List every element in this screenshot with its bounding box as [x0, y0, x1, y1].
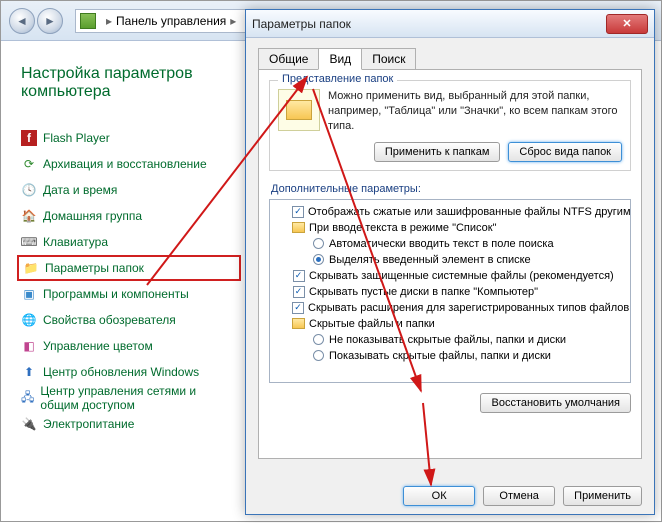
- nav-buttons: ◄ ►: [9, 8, 63, 34]
- clock-icon: 🕓: [21, 182, 37, 198]
- apply-button[interactable]: Применить: [563, 486, 642, 506]
- control-panel-icon: [80, 13, 96, 29]
- reset-folders-button[interactable]: Сброс вида папок: [508, 142, 622, 162]
- tree-row-label: Скрытые файлы и папки: [309, 318, 435, 330]
- tab-strip: Общие Вид Поиск: [258, 48, 642, 70]
- advanced-settings-tree[interactable]: ✓ Отображать сжатые или зашифрованные фай…: [269, 199, 631, 383]
- cp-item-internet-options[interactable]: 🌐 Свойства обозревателя: [17, 307, 241, 333]
- cp-item-label: Домашняя группа: [43, 209, 142, 223]
- close-button[interactable]: ✕: [606, 14, 648, 34]
- checkbox-icon: ✓: [292, 205, 304, 218]
- windows-update-icon: ⬆: [21, 364, 37, 380]
- tree-row[interactable]: ✓ Скрывать пустые диски в папке "Компьюте…: [272, 284, 628, 300]
- cp-item-network[interactable]: 🖧 Центр управления сетями и общим доступо…: [17, 385, 241, 411]
- breadcrumb-arrow: ▸: [106, 14, 112, 28]
- tree-row-label: Показывать скрытые файлы, папки и диски: [329, 350, 551, 362]
- tab-search[interactable]: Поиск: [361, 48, 416, 70]
- cancel-button[interactable]: Отмена: [483, 486, 555, 506]
- folder-options-dialog: Параметры папок ✕ Общие Вид Поиск Предст…: [245, 9, 655, 515]
- cp-item-windows-update[interactable]: ⬆ Центр обновления Windows: [17, 359, 241, 385]
- cp-item-homegroup[interactable]: 🏠 Домашняя группа: [17, 203, 241, 229]
- tree-row[interactable]: Автоматически вводить текст в поле поиск…: [272, 236, 628, 252]
- tree-row[interactable]: ✓ Отображать сжатые или зашифрованные фай…: [272, 204, 628, 220]
- tree-row[interactable]: ✓ Скрывать защищенные системные файлы (ре…: [272, 268, 628, 284]
- dialog-titlebar: Параметры папок ✕: [246, 10, 654, 38]
- cp-item-label: Свойства обозревателя: [43, 313, 176, 327]
- folder-icon: [292, 317, 305, 330]
- house-icon: 🏠: [21, 208, 37, 224]
- keyboard-icon: ⌨: [21, 234, 37, 250]
- backup-icon: ⟳: [21, 156, 37, 172]
- color-icon: ◧: [21, 338, 37, 354]
- advanced-settings-label: Дополнительные параметры:: [271, 183, 631, 195]
- cp-item-folder-options[interactable]: 📁 Параметры папок: [17, 255, 241, 281]
- page-title: Настройка параметров компьютера: [21, 65, 241, 101]
- tree-row[interactable]: Выделять введенный элемент в списке: [272, 252, 628, 268]
- cp-item-label: Клавиатура: [43, 235, 108, 249]
- tree-row-label: Скрывать защищенные системные файлы (рек…: [309, 270, 614, 282]
- tree-row-label: Скрывать расширения для зарегистрированн…: [308, 302, 629, 314]
- radio-icon: [312, 333, 325, 346]
- tab-general[interactable]: Общие: [258, 48, 319, 70]
- cp-item-label: Электропитание: [43, 417, 134, 431]
- ok-button[interactable]: ОК: [403, 486, 475, 506]
- tree-row[interactable]: ✓ Скрывать расширения для зарегистрирован…: [272, 300, 628, 316]
- radio-icon: [312, 253, 325, 266]
- checkbox-icon: ✓: [292, 269, 305, 282]
- dialog-buttons: ОК Отмена Применить: [403, 486, 642, 506]
- network-icon: 🖧: [21, 390, 34, 406]
- apply-to-folders-button[interactable]: Применить к папкам: [374, 142, 501, 162]
- control-panel-list: f Flash Player ⟳ Архивация и восстановлени…: [17, 125, 241, 437]
- programs-icon: ▣: [21, 286, 37, 302]
- radio-icon: [312, 349, 325, 362]
- tree-row-label: Автоматически вводить текст в поле поиск…: [329, 238, 554, 250]
- checkbox-icon: ✓: [292, 301, 304, 314]
- folder-views-icon: [278, 89, 320, 131]
- internet-icon: 🌐: [21, 312, 37, 328]
- cp-item-label: Центр обновления Windows: [43, 365, 199, 379]
- radio-icon: [312, 237, 325, 250]
- tree-row[interactable]: При вводе текста в режиме "Список": [272, 220, 628, 236]
- cp-item-label: Flash Player: [43, 131, 110, 145]
- restore-defaults-button[interactable]: Восстановить умолчания: [480, 393, 631, 413]
- folder-views-group: Представление папок Можно применить вид,…: [269, 80, 631, 171]
- cp-item-flash-player[interactable]: f Flash Player: [17, 125, 241, 151]
- tab-view[interactable]: Вид: [318, 48, 362, 70]
- cp-item-power[interactable]: 🔌 Электропитание: [17, 411, 241, 437]
- cp-item-label: Управление цветом: [43, 339, 153, 353]
- cp-item-label: Архивация и восстановление: [43, 157, 207, 171]
- folder-views-text: Можно применить вид, выбранный для этой …: [328, 89, 622, 134]
- power-icon: 🔌: [21, 416, 37, 432]
- cp-item-color-management[interactable]: ◧ Управление цветом: [17, 333, 241, 359]
- nav-forward-button[interactable]: ►: [37, 8, 63, 34]
- flash-icon: f: [21, 130, 37, 146]
- checkbox-icon: ✓: [292, 285, 305, 298]
- folder-options-icon: 📁: [23, 260, 39, 276]
- breadcrumb-label: Панель управления: [116, 14, 226, 28]
- group-title: Представление папок: [278, 73, 397, 85]
- cp-item-programs[interactable]: ▣ Программы и компоненты: [17, 281, 241, 307]
- tree-row-label: При вводе текста в режиме "Список": [309, 222, 496, 234]
- tree-row-label: Скрывать пустые диски в папке "Компьютер…: [309, 286, 538, 298]
- tree-row[interactable]: Не показывать скрытые файлы, папки и дис…: [272, 332, 628, 348]
- tree-row-label: Не показывать скрытые файлы, папки и дис…: [329, 334, 566, 346]
- nav-back-button[interactable]: ◄: [9, 8, 35, 34]
- tab-view-panel: Представление папок Можно применить вид,…: [258, 69, 642, 459]
- cp-item-label: Параметры папок: [45, 261, 144, 275]
- cp-item-label: Программы и компоненты: [43, 287, 189, 301]
- folder-icon: [292, 221, 305, 234]
- cp-item-label: Центр управления сетями и общим доступом: [40, 384, 237, 412]
- tree-row[interactable]: Скрытые файлы и папки: [272, 316, 628, 332]
- tree-row-label: Отображать сжатые или зашифрованные файл…: [308, 206, 631, 218]
- cp-item-keyboard[interactable]: ⌨ Клавиатура: [17, 229, 241, 255]
- cp-item-label: Дата и время: [43, 183, 117, 197]
- cp-item-backup[interactable]: ⟳ Архивация и восстановление: [17, 151, 241, 177]
- control-panel-content: Настройка параметров компьютера f Flash P…: [1, 41, 241, 437]
- cp-item-datetime[interactable]: 🕓 Дата и время: [17, 177, 241, 203]
- dialog-title: Параметры папок: [252, 17, 351, 31]
- tree-row-label: Выделять введенный элемент в списке: [329, 254, 531, 266]
- tree-row[interactable]: Показывать скрытые файлы, папки и диски: [272, 348, 628, 364]
- breadcrumb-arrow: ▸: [230, 14, 236, 28]
